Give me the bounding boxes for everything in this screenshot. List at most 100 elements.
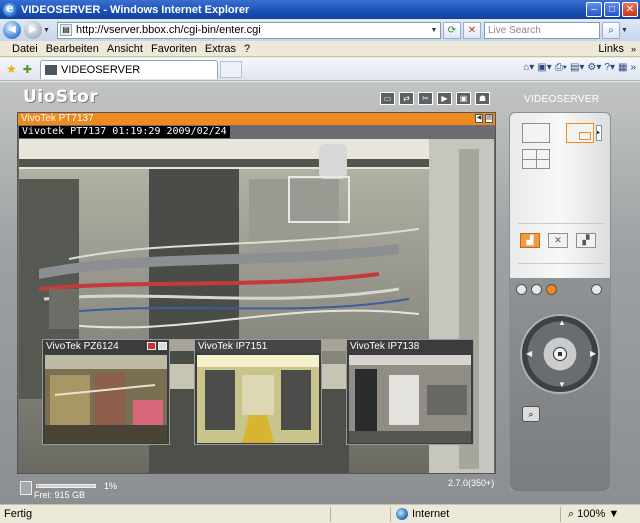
add-favorite-icon[interactable]: ✚ xyxy=(23,63,32,76)
disk-icon xyxy=(20,481,32,495)
layout-dropdown-icon[interactable]: ▸ xyxy=(596,125,602,141)
mode-pip-button[interactable]: ▟ xyxy=(520,233,540,248)
main-camera-view[interactable]: VivoTek PT7137 ◀ ▤ Vivotek PT7137 01:19:… xyxy=(17,112,496,474)
tab-videoserver[interactable]: VIDEOSERVER xyxy=(39,59,218,79)
browser-window: VIDEOSERVER - Windows Internet Explorer … xyxy=(0,0,640,523)
camera-osd-text: Vivotek PT7137 01:19:29 2009/02/24 xyxy=(19,126,230,138)
ptz-camera-icon[interactable] xyxy=(516,284,527,295)
tray-chevron-icon[interactable]: » xyxy=(630,62,636,73)
monitor-icon[interactable]: ▭ xyxy=(380,92,395,105)
ie-logo-icon xyxy=(3,1,17,17)
menu-bar: Datei Bearbeiten Ansicht Favoriten Extra… xyxy=(0,41,640,57)
tools-scissors-icon[interactable]: ✂ xyxy=(418,92,433,105)
search-options-icon[interactable]: ▼ xyxy=(621,27,629,34)
server-name: VIDEOSERVER xyxy=(524,94,600,105)
search-icon[interactable]: ⌕ xyxy=(602,21,620,39)
thumbnail-camera-name: VivoTek IP7151 xyxy=(198,341,268,352)
disk-usage-bar xyxy=(36,484,96,488)
feeds-icon[interactable]: ▣▾ xyxy=(537,62,551,73)
control-panel: ▸ ▟ ✕ ▞ ▲ ▼ ◀ ▶ ⌕ xyxy=(509,112,611,492)
ptz-down-icon[interactable]: ▼ xyxy=(558,380,566,389)
ptz-record-icon[interactable] xyxy=(531,284,542,295)
tab-bar: ★ ✚ VIDEOSERVER ⌂▾ ▣▾ ⎙▾ ▤▾ ⚙▾ ?▾ ▦ » xyxy=(0,58,640,81)
thumbnail-header: VivoTek PZ6124 xyxy=(43,340,169,353)
thumbnail-image xyxy=(197,355,319,443)
home-icon[interactable]: ⌂▾ xyxy=(523,62,534,73)
title-bar: VIDEOSERVER - Windows Internet Explorer … xyxy=(0,0,640,19)
audio-icon[interactable]: ◀ xyxy=(475,114,483,123)
menu-item-favoriten[interactable]: Favoriten xyxy=(151,43,197,55)
record-icon[interactable] xyxy=(147,342,156,350)
security-zone[interactable]: Internet xyxy=(396,508,449,520)
thumbnail-camera-3[interactable]: VivoTek IP7138 xyxy=(346,339,474,445)
tools-icon[interactable]: ⚙▾ xyxy=(587,62,601,73)
address-dropdown-icon[interactable]: ▼ xyxy=(428,27,440,34)
app-version: 2.7.0(350+) xyxy=(448,478,495,488)
brand-logo: UioStor xyxy=(23,87,99,107)
ptz-right-icon[interactable]: ▶ xyxy=(590,349,596,358)
tab-title: VIDEOSERVER xyxy=(60,63,141,76)
ptz-panel: ▲ ▼ ◀ ▶ ⌕ xyxy=(510,278,610,491)
ptz-home-button[interactable] xyxy=(553,347,567,361)
thumbnail-image xyxy=(349,355,471,443)
refresh-icon[interactable]: ⟳ xyxy=(443,21,461,39)
links-toolbar[interactable]: Links xyxy=(598,43,624,55)
close-button[interactable]: ✕ xyxy=(622,2,638,17)
minimize-button[interactable]: – xyxy=(586,2,602,17)
disk-usage-percent: 1% xyxy=(104,481,118,491)
viewer-toolbar: ▭ ⇄ ✂ ▶ ▣ ☗ xyxy=(380,92,490,105)
menu-item-datei[interactable]: Datei xyxy=(12,43,38,55)
main-camera-name: VivoTek PT7137 xyxy=(21,113,94,124)
menu-item-ansicht[interactable]: Ansicht xyxy=(107,43,143,55)
menu-item-help[interactable]: ? xyxy=(244,43,250,55)
layout-single-button[interactable] xyxy=(522,123,550,143)
mode-fullscreen-button[interactable]: ✕ xyxy=(548,233,568,248)
research-icon[interactable]: ▦ xyxy=(618,62,627,73)
zone-label: Internet xyxy=(412,508,450,520)
camera-settings-icon[interactable]: ▤ xyxy=(485,114,493,123)
user-icon[interactable]: ☗ xyxy=(475,92,490,105)
main-camera-header: VivoTek PT7137 ◀ ▤ xyxy=(18,113,495,125)
page-menu-icon[interactable]: ▤▾ xyxy=(570,62,584,73)
print-icon[interactable]: ⎙▾ xyxy=(555,62,567,73)
new-tab-button[interactable] xyxy=(219,60,242,78)
thumbnail-camera-1[interactable]: VivoTek PZ6124 xyxy=(42,339,170,445)
menu-item-bearbeiten[interactable]: Bearbeiten xyxy=(46,43,99,55)
thumbnail-camera-2[interactable]: VivoTek IP7151 xyxy=(194,339,322,445)
address-toolbar: ◀ ▶ ▼ ▤ http://vserver.bbox.ch/cgi-bin/e… xyxy=(0,19,640,41)
status-text: Fertig xyxy=(4,508,33,520)
settings-icon[interactable] xyxy=(158,342,167,350)
tab-page-icon xyxy=(44,64,57,75)
menu-item-extras[interactable]: Extras xyxy=(205,43,236,55)
zoom-dropdown-icon[interactable]: ▼ xyxy=(608,508,619,520)
forward-icon[interactable]: ▶ xyxy=(24,21,42,39)
zoom-control[interactable]: ⌕ 100% ▼ xyxy=(568,508,619,521)
maximize-button[interactable]: □ xyxy=(604,2,620,17)
ptz-delete-icon[interactable] xyxy=(591,284,602,295)
ptz-audio-icon[interactable] xyxy=(546,284,557,295)
thumbnail-camera-name: VivoTek PZ6124 xyxy=(46,341,119,352)
mode-split-button[interactable]: ▞ xyxy=(576,233,596,248)
help-icon[interactable]: ?▾ xyxy=(604,62,615,73)
links-chevron-icon[interactable]: » xyxy=(631,44,636,54)
snapshot-icon[interactable]: ▣ xyxy=(456,92,471,105)
address-url[interactable]: http://vserver.bbox.ch/cgi-bin/enter.cgi xyxy=(76,24,428,36)
layout-pip-button[interactable] xyxy=(566,123,594,143)
play-icon[interactable]: ▶ xyxy=(437,92,452,105)
window-title: VIDEOSERVER - Windows Internet Explorer xyxy=(21,3,250,16)
search-input[interactable]: Live Search xyxy=(484,21,600,39)
stop-icon[interactable]: ✕ xyxy=(463,21,481,39)
status-bar: Fertig Internet ⌕ 100% ▼ xyxy=(0,504,640,523)
thumbnail-image xyxy=(45,355,167,443)
address-bar[interactable]: ▤ http://vserver.bbox.ch/cgi-bin/enter.c… xyxy=(57,21,441,39)
layout-quad-button[interactable] xyxy=(522,149,550,169)
back-icon[interactable]: ◀ xyxy=(3,21,21,39)
playback-icon[interactable]: ⇄ xyxy=(399,92,414,105)
disk-free-space: Frei: 915 GB xyxy=(34,490,86,500)
ptz-up-icon[interactable]: ▲ xyxy=(558,318,566,327)
history-dropdown-icon[interactable]: ▼ xyxy=(43,27,51,34)
favorites-star-icon[interactable]: ★ xyxy=(6,62,17,76)
ptz-left-icon[interactable]: ◀ xyxy=(526,349,532,358)
ptz-zoom-icon[interactable]: ⌕ xyxy=(522,406,540,422)
ptz-joystick[interactable]: ▲ ▼ ◀ ▶ xyxy=(520,314,600,394)
